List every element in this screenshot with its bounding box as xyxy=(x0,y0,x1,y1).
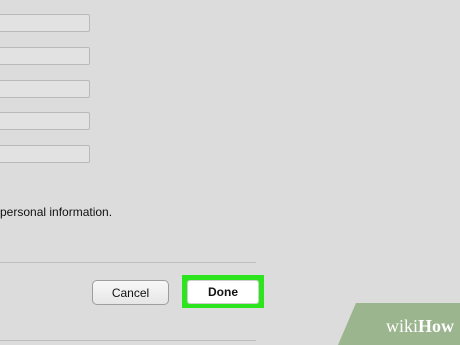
watermark-how: How xyxy=(418,316,454,336)
text-field-5[interactable] xyxy=(0,145,90,163)
cancel-button[interactable]: Cancel xyxy=(92,280,169,305)
done-button[interactable]: Done xyxy=(187,280,259,304)
watermark-wiki: wiki xyxy=(385,316,418,336)
wikihow-watermark: wikiHow xyxy=(338,303,460,345)
text-field-2[interactable] xyxy=(0,47,90,65)
watermark-text: wikiHow xyxy=(386,316,454,337)
divider-bottom xyxy=(0,340,256,341)
info-text: personal information. xyxy=(0,205,113,219)
text-field-1[interactable] xyxy=(0,14,90,32)
text-field-3[interactable] xyxy=(0,80,90,98)
text-field-4[interactable] xyxy=(0,112,90,130)
divider xyxy=(0,262,256,263)
